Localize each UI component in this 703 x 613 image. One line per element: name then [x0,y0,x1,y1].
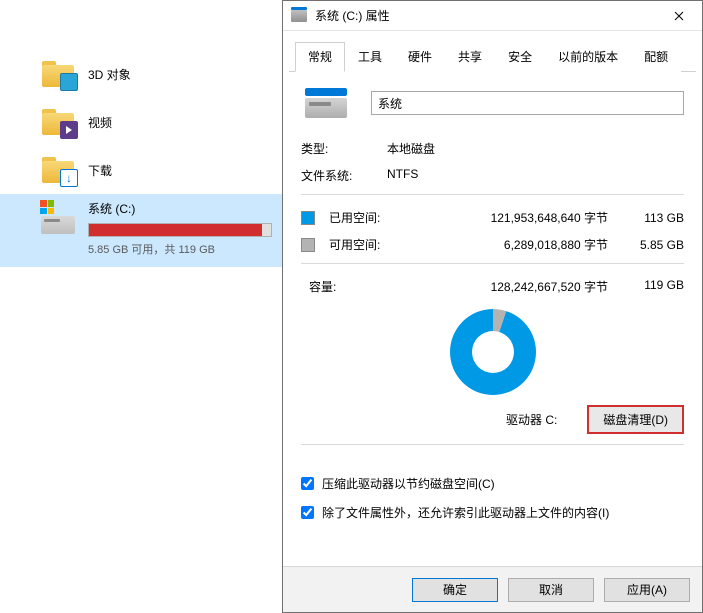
filesystem-value: NTFS [387,167,418,184]
drive-name: 系统 (C:) [88,200,272,217]
explorer-drive-c[interactable]: 系统 (C:) 5.85 GB 可用，共 119 GB [0,194,282,267]
properties-dialog: 系统 (C:) 属性 常规 工具 硬件 共享 安全 以前的版本 配额 类型: 本… [282,0,703,613]
compress-checkbox-row[interactable]: 压缩此驱动器以节约磁盘空间(C) [301,475,684,492]
index-label: 除了文件属性外，还允许索引此驱动器上文件的内容(I) [322,504,609,521]
tab-bar: 常规 工具 硬件 共享 安全 以前的版本 配额 [289,35,696,72]
explorer-item-label: 视频 [88,114,112,131]
cancel-button[interactable]: 取消 [508,578,594,602]
explorer-item-label: 下载 [88,162,112,179]
free-gb: 5.85 GB [618,238,684,252]
explorer-item-label: 3D 对象 [88,66,131,83]
index-checkbox-row[interactable]: 除了文件属性外，还允许索引此驱动器上文件的内容(I) [301,504,684,521]
compress-checkbox[interactable] [301,477,314,490]
type-label: 类型: [301,140,387,157]
ok-button[interactable]: 确定 [412,578,498,602]
used-bytes: 121,953,648,640 字节 [415,209,608,226]
tab-previous-versions[interactable]: 以前的版本 [545,42,631,72]
used-label: 已用空间: [329,209,405,226]
dialog-footer: 确定 取消 应用(A) [283,566,702,612]
tab-security[interactable]: 安全 [495,42,545,72]
capacity-gb: 119 GB [618,278,684,295]
explorer-panel: 3D 对象 视频 ↓ 下载 系统 (C:) 5.85 GB 可用，共 119 G… [0,0,282,613]
type-value: 本地磁盘 [387,140,435,157]
used-gb: 113 GB [618,211,684,225]
volume-name-input[interactable] [371,91,684,115]
tab-hardware[interactable]: 硬件 [395,42,445,72]
free-label: 可用空间: [329,236,405,253]
explorer-item-videos[interactable]: 视频 [0,98,282,146]
tab-quota[interactable]: 配额 [631,42,681,72]
drive-subtext: 5.85 GB 可用，共 119 GB [88,241,272,257]
tab-general[interactable]: 常规 [295,42,345,72]
folder-video-icon [40,104,76,140]
divider [301,444,684,445]
titlebar: 系统 (C:) 属性 [283,1,702,31]
drive-large-icon [305,88,347,118]
drive-letter-label: 驱动器 C: [506,411,557,428]
apply-button[interactable]: 应用(A) [604,578,690,602]
explorer-item-downloads[interactable]: ↓ 下载 [0,146,282,194]
divider [301,194,684,195]
explorer-item-3d-objects[interactable]: 3D 对象 [0,50,282,98]
dialog-title: 系统 (C:) 属性 [315,7,656,24]
capacity-bytes: 128,242,667,520 字节 [413,278,608,295]
disk-cleanup-button[interactable]: 磁盘清理(D) [587,405,684,434]
folder-download-icon: ↓ [40,152,76,188]
usage-pie-chart [450,309,536,395]
drive-icon [40,200,76,236]
tab-sharing[interactable]: 共享 [445,42,495,72]
compress-label: 压缩此驱动器以节约磁盘空间(C) [322,475,495,492]
tab-tools[interactable]: 工具 [345,42,395,72]
close-button[interactable] [656,1,702,31]
close-icon [674,11,684,21]
drive-small-icon [291,10,307,22]
index-checkbox[interactable] [301,506,314,519]
tab-content: 类型: 本地磁盘 文件系统: NTFS 已用空间: 121,953,648,64… [283,72,702,566]
filesystem-label: 文件系统: [301,167,387,184]
used-swatch-icon [301,211,315,225]
capacity-label: 容量: [309,278,403,295]
free-bytes: 6,289,018,880 字节 [415,236,608,253]
free-swatch-icon [301,238,315,252]
divider [301,263,684,264]
drive-usage-bar [88,223,272,237]
folder-3d-icon [40,56,76,92]
